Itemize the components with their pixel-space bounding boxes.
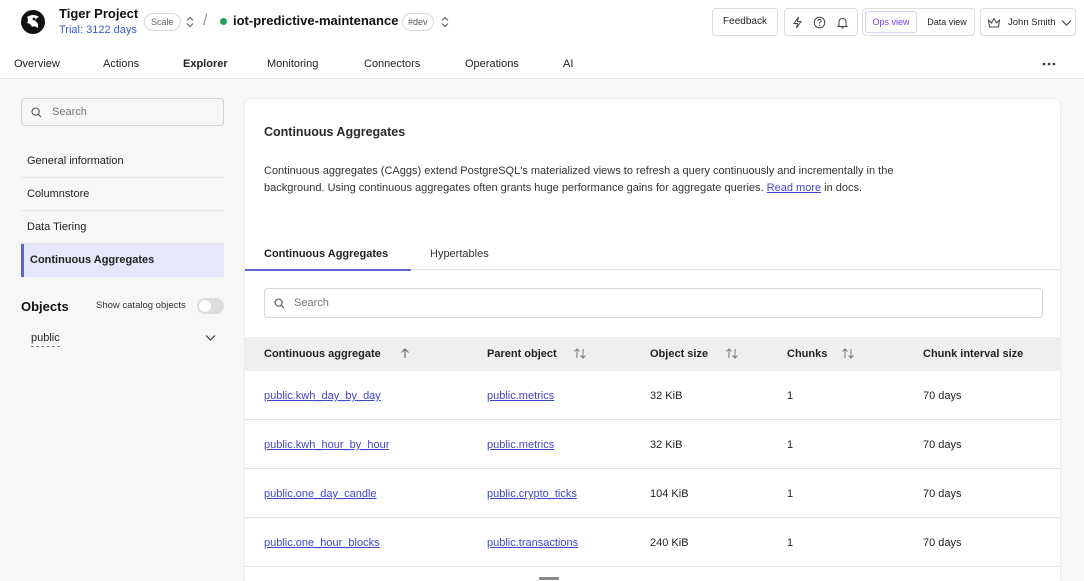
description-suffix: in docs. — [821, 182, 863, 194]
sidebar-item-general-information[interactable]: General information — [21, 145, 224, 178]
chunk-interval-cell: 70 days — [923, 390, 962, 402]
main-nav: Overview Actions Explorer Monitoring Con… — [0, 48, 1084, 79]
trial-days: Trial: 3122 days — [59, 24, 137, 36]
sidebar-item-columnstore[interactable]: Columnstore — [21, 178, 224, 211]
chunks-cell: 1 — [787, 439, 794, 451]
project-name[interactable]: Tiger Project — [59, 6, 138, 21]
crown-icon — [987, 17, 1001, 28]
sidebar-item-data-tiering[interactable]: Data Tiering — [21, 211, 224, 244]
cagg-name-link[interactable]: public.one_hour_blocks — [264, 537, 380, 549]
table-row: public.one_day_candle public.crypto_tick… — [245, 469, 1060, 518]
schema-selector[interactable]: public — [31, 332, 60, 347]
user-menu-button[interactable]: John Smith — [980, 8, 1076, 36]
tab-actions[interactable]: Actions — [103, 58, 139, 70]
toggle-knob — [199, 300, 211, 312]
help-icon[interactable] — [813, 16, 826, 29]
environment-badge: #dev — [402, 13, 434, 31]
chunks-cell: 1 — [787, 537, 794, 549]
tab-ai[interactable]: AI — [563, 58, 573, 70]
sidebar-search-input[interactable] — [52, 99, 217, 125]
object-size-cell: 32 KiB — [650, 390, 683, 402]
tab-overview[interactable]: Overview — [14, 58, 60, 70]
header-icon-group — [784, 8, 858, 36]
column-header-object-size[interactable]: Object size — [650, 348, 708, 360]
chevron-down-icon[interactable] — [205, 334, 216, 342]
column-header-chunks[interactable]: Chunks — [787, 348, 827, 360]
object-size-cell: 32 KiB — [650, 439, 683, 451]
sidebar-item-continuous-aggregates[interactable]: Continuous Aggregates — [21, 244, 224, 277]
sort-icon[interactable] — [573, 347, 587, 360]
subtab-hypertables[interactable]: Hypertables — [430, 248, 489, 271]
data-view-button[interactable]: Data view — [920, 11, 974, 33]
content-panel: Continuous Aggregates Continuous aggrega… — [244, 98, 1061, 581]
bell-icon[interactable] — [836, 16, 849, 29]
parent-object-link[interactable]: public.metrics — [487, 439, 554, 451]
resize-handle[interactable] — [539, 577, 559, 580]
show-catalog-label: Show catalog objects — [96, 300, 186, 311]
table-header: Continuous aggregate Parent object Objec… — [245, 337, 1060, 371]
column-header-parent-object[interactable]: Parent object — [487, 348, 557, 360]
service-switcher-icon[interactable] — [440, 16, 450, 28]
page-title: Continuous Aggregates — [264, 125, 406, 139]
tab-explorer[interactable]: Explorer — [183, 58, 228, 70]
ops-view-button[interactable]: Ops view — [865, 11, 917, 33]
plan-badge: Scale — [144, 13, 181, 31]
table-row: public.kwh_day_by_day public.metrics 32 … — [245, 371, 1060, 420]
read-more-link[interactable]: Read more — [767, 182, 821, 194]
chunk-interval-cell: 70 days — [923, 537, 962, 549]
chunk-interval-cell: 70 days — [923, 488, 962, 500]
top-bar: Tiger Project Trial: 3122 days Scale / i… — [0, 0, 1084, 48]
cagg-name-link[interactable]: public.kwh_day_by_day — [264, 390, 381, 402]
objects-heading: Objects — [21, 299, 69, 314]
parent-object-link[interactable]: public.crypto_ticks — [487, 488, 577, 500]
subtabs: Continuous Aggregates Hypertables — [245, 246, 1060, 271]
tiger-logo-icon[interactable] — [20, 9, 46, 35]
sort-ascending-icon[interactable] — [398, 347, 412, 360]
chunks-cell: 1 — [787, 488, 794, 500]
tab-monitoring[interactable]: Monitoring — [267, 58, 318, 70]
sort-icon[interactable] — [725, 347, 739, 360]
table-row: public.kwh_hour_by_hour public.metrics 3… — [245, 420, 1060, 469]
object-size-cell: 104 KiB — [650, 488, 689, 500]
chunks-cell: 1 — [787, 390, 794, 402]
table-row: public.one_hour_blocks public.transactio… — [245, 518, 1060, 567]
breadcrumb-separator: / — [203, 12, 208, 29]
cagg-name-link[interactable]: public.kwh_hour_by_hour — [264, 439, 389, 451]
subtab-continuous-aggregates[interactable]: Continuous Aggregates — [245, 248, 411, 271]
column-header-chunk-interval-size[interactable]: Chunk interval size — [923, 348, 1023, 360]
search-icon — [274, 298, 285, 309]
view-toggle: Ops view Data view — [862, 8, 975, 36]
service-status-dot — [220, 18, 227, 25]
feedback-button[interactable]: Feedback — [712, 8, 778, 36]
page-description: Continuous aggregates (CAggs) extend Pos… — [264, 163, 914, 197]
chunk-interval-cell: 70 days — [923, 439, 962, 451]
sort-icon[interactable] — [841, 347, 855, 360]
sidebar-search — [21, 98, 224, 126]
show-catalog-toggle[interactable] — [197, 298, 224, 314]
service-name[interactable]: iot-predictive-maintenance — [233, 13, 398, 28]
parent-object-link[interactable]: public.metrics — [487, 390, 554, 402]
tab-operations[interactable]: Operations — [465, 58, 519, 70]
table-search — [264, 288, 1043, 318]
column-header-continuous-aggregate[interactable]: Continuous aggregate — [264, 348, 381, 360]
cagg-name-link[interactable]: public.one_day_candle — [264, 488, 377, 500]
more-options-icon[interactable] — [1042, 62, 1056, 66]
search-icon — [31, 107, 42, 118]
object-size-cell: 240 KiB — [650, 537, 689, 549]
project-switcher-icon[interactable] — [185, 16, 195, 28]
lightning-icon[interactable] — [791, 16, 804, 29]
parent-object-link[interactable]: public.transactions — [487, 537, 578, 549]
chevron-down-icon — [1061, 20, 1072, 26]
table-search-input[interactable] — [294, 289, 1034, 317]
tab-connectors[interactable]: Connectors — [364, 58, 420, 70]
user-name: John Smith — [1008, 17, 1056, 28]
